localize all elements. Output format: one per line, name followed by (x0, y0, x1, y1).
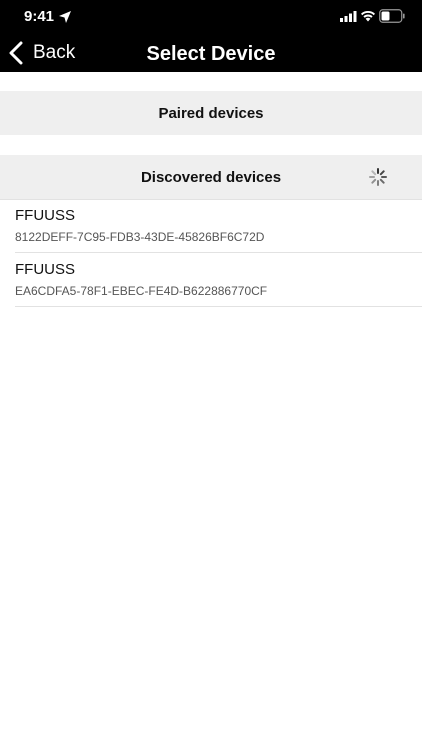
app-header: 9:41 Back Select Device (0, 0, 422, 72)
device-name: FFUUSS (15, 207, 75, 224)
battery-icon (379, 9, 405, 23)
discovered-devices-header: Discovered devices (0, 155, 422, 199)
device-row[interactable]: FFUUSS 8122DEFF-7C95-FDB3-43DE-45826BF6C… (15, 199, 422, 253)
device-name: FFUUSS (15, 261, 75, 278)
paired-devices-header: Paired devices (0, 91, 422, 135)
status-bar: 9:41 (0, 0, 422, 34)
wifi-icon (361, 10, 375, 22)
navigation-bar: Back Select Device (0, 34, 422, 72)
location-arrow-icon (59, 11, 71, 23)
status-time: 9:41 (24, 8, 55, 25)
activity-spinner-icon (369, 168, 387, 186)
paired-devices-title: Paired devices (158, 104, 264, 122)
discovered-devices-title: Discovered devices (140, 168, 282, 186)
device-identifier: 8122DEFF-7C95-FDB3-43DE-45826BF6C72D (15, 230, 265, 244)
cellular-signal-icon (340, 11, 357, 22)
page-title: Select Device (146, 43, 276, 65)
device-identifier: EA6CDFA5-78F1-EBEC-FE4D-B622886770CF (15, 284, 268, 298)
device-row[interactable]: FFUUSS EA6CDFA5-78F1-EBEC-FE4D-B62288677… (15, 253, 422, 307)
discovered-device-list: FFUUSS 8122DEFF-7C95-FDB3-43DE-45826BF6C… (0, 199, 422, 307)
